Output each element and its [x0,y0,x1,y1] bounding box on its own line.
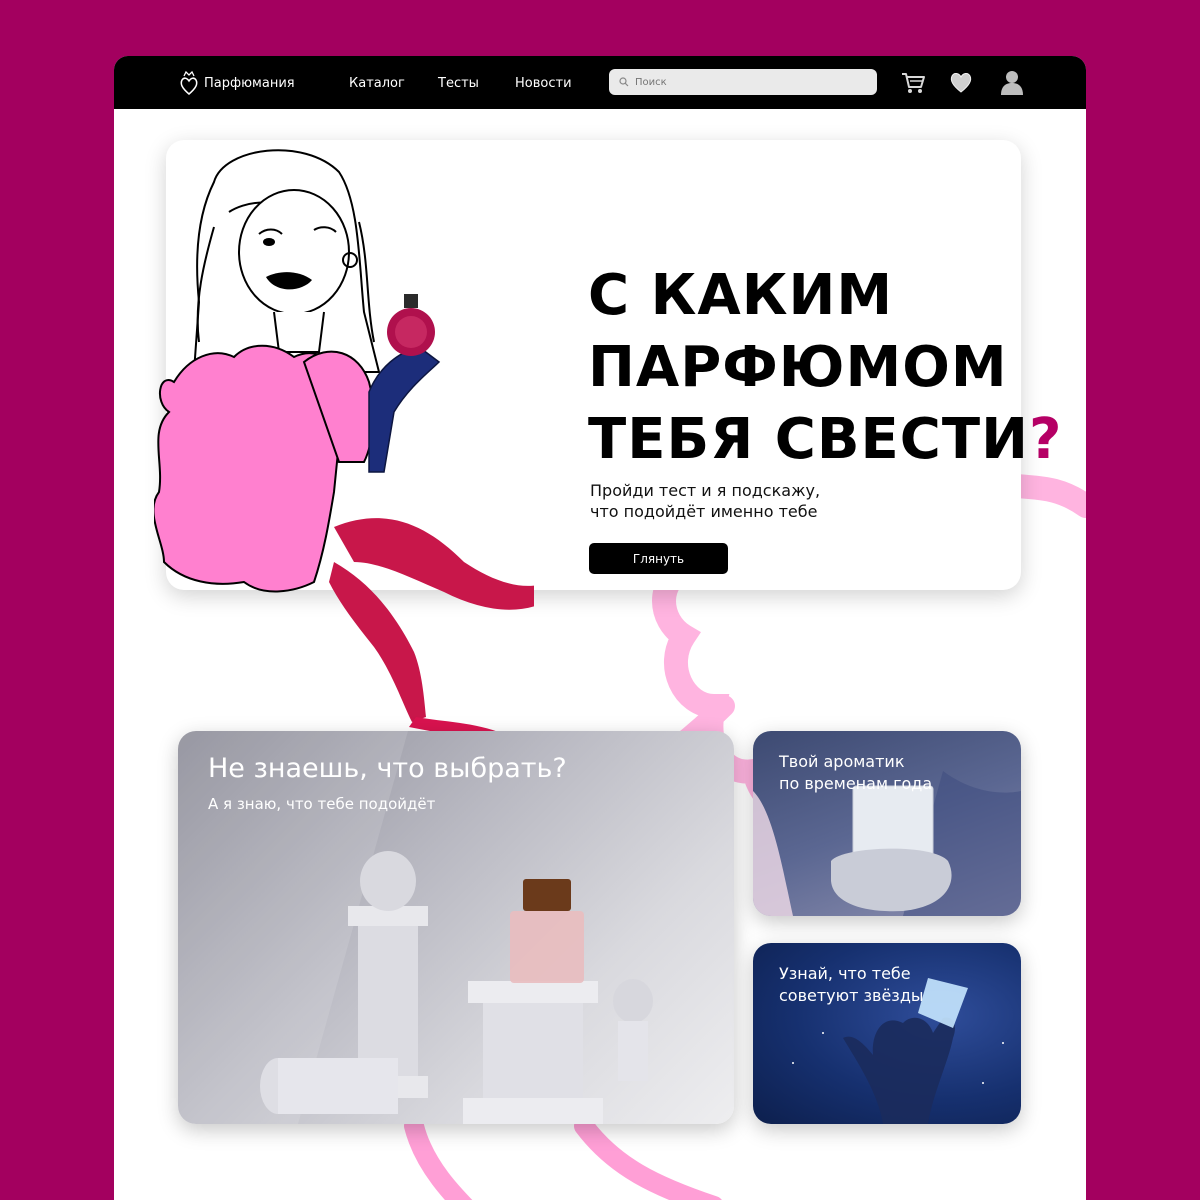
hero-title-line: парфюмом [588,335,1008,400]
card-stars[interactable]: Узнай, что тебе советуют звёзды [753,943,1021,1124]
hero-title-line: С каким [588,263,894,328]
girl-with-perfume-illustration [154,149,534,742]
card-stars-title: Узнай, что тебе советуют звёзды [779,963,1009,1007]
card-stars-title-line: Узнай, что тебе [779,964,911,983]
card-stars-title-line: советуют звёзды [779,986,924,1005]
card-seasons-title: Твой ароматик по временам года [779,751,1009,795]
card-seasons-title-line: Твой ароматик [779,752,905,771]
hero-subtitle-line: что подойдёт именно тебе [590,502,818,521]
hero-cta-button[interactable]: Глянуть [589,543,728,574]
nav-link-news[interactable]: Новости [515,76,572,91]
question-mark: ? [1028,407,1063,472]
hero-subtitle-line: Пройди тест и я подскажу, [590,481,821,500]
search-bar[interactable] [609,69,877,95]
card-choose-subtitle: А я знаю, что тебе подойдёт [208,795,436,813]
user-icon[interactable] [998,68,1026,96]
nav-link-tests[interactable]: Тесты [438,76,479,91]
hero-subtitle: Пройди тест и я подскажу, что подойдёт и… [590,480,910,522]
hero-title: С каким парфюмом тебя свести? [588,260,1061,476]
card-choose-title: Не знаешь, что выбрать? [208,753,567,784]
hero-title-line-text: тебя свести [588,407,1029,472]
search-input[interactable] [635,76,865,88]
logo-text: Парфюмания [204,75,295,91]
nav-link-catalog[interactable]: Каталог [349,76,405,91]
cart-icon[interactable] [899,68,927,96]
hero-title-line: тебя свести? [588,404,1061,476]
search-icon [619,77,629,87]
columns-perfume-photo [178,731,653,1124]
card-seasons-title-line: по временам года [779,774,933,793]
heart-logo-icon [180,70,198,95]
browser-window: Парфюмания Каталог Тесты Новости Поиск С… [114,56,1086,1200]
top-navbar: Парфюмания Каталог Тесты Новости [114,56,1086,109]
heart-icon[interactable] [947,68,975,96]
card-seasons[interactable]: Твой ароматик по временам года [753,731,1021,916]
card-choose-perfume[interactable]: Не знаешь, что выбрать? А я знаю, что те… [178,731,734,1124]
logo[interactable]: Парфюмания [178,70,295,96]
